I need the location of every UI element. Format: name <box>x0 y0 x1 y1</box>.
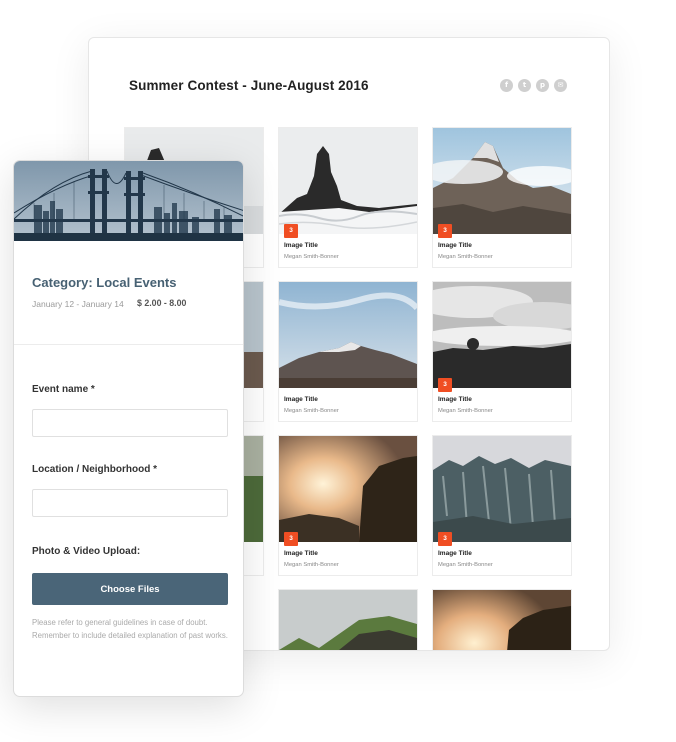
image-title: Image Title <box>438 396 472 403</box>
image-title: Image Title <box>438 242 472 249</box>
image-author: Megan Smith-Bonner <box>438 408 493 414</box>
divider <box>14 344 243 345</box>
event-name-label: Event name * <box>32 384 95 395</box>
image-author: Megan Smith-Bonner <box>284 254 339 260</box>
gallery-card[interactable]: 3 Image Title Megan Smith-Bonner <box>278 435 418 576</box>
gallery-card[interactable]: 3 Image Title Megan Smith-Bonner <box>432 281 572 422</box>
image-title: Image Title <box>438 550 472 557</box>
vote-count-badge: 3 <box>438 378 452 392</box>
bridge-banner-image <box>14 161 243 241</box>
image-title: Image Title <box>284 242 318 249</box>
photo-sunset-cliff <box>279 436 417 542</box>
gallery-card[interactable] <box>278 589 418 650</box>
image-title: Image Title <box>284 550 318 557</box>
gallery-card[interactable]: Image Title Megan Smith-Bonner <box>278 281 418 422</box>
gallery-card[interactable] <box>432 589 572 650</box>
price-range: $ 2.00 - 8.00 <box>137 298 187 308</box>
twitter-icon[interactable]: t <box>518 79 531 92</box>
choose-files-button[interactable]: Choose Files <box>32 573 228 605</box>
social-share-bar: f t p ✉ <box>500 79 567 92</box>
event-date-range: January 12 - January 14 <box>32 299 124 309</box>
photo-snowy-peak <box>279 128 417 234</box>
upload-help-text: Please refer to general guidelines in ca… <box>32 618 228 640</box>
location-input[interactable] <box>32 489 228 517</box>
upload-label: Photo & Video Upload: <box>32 546 141 557</box>
location-label: Location / Neighborhood * <box>32 464 157 475</box>
event-name-input[interactable] <box>32 409 228 437</box>
gallery-card[interactable]: 3 Image Title Megan Smith-Bonner <box>432 127 572 268</box>
photo-rocky-ridges <box>433 436 571 542</box>
gallery-card[interactable]: 3 Image Title Megan Smith-Bonner <box>432 435 572 576</box>
image-author: Megan Smith-Bonner <box>438 254 493 260</box>
photo-green-cliffs <box>279 590 417 650</box>
image-author: Megan Smith-Bonner <box>438 562 493 568</box>
image-author: Megan Smith-Bonner <box>284 562 339 568</box>
image-title: Image Title <box>284 396 318 403</box>
facebook-icon[interactable]: f <box>500 79 513 92</box>
gallery-title: Summer Contest - June-August 2016 <box>129 78 369 93</box>
photo-sunset-cliff <box>433 590 571 650</box>
category-title: Category: Local Events <box>32 275 177 290</box>
event-submission-form: Category: Local Events January 12 - Janu… <box>13 160 244 697</box>
vote-count-badge: 3 <box>438 224 452 238</box>
photo-foggy-forest <box>433 282 571 388</box>
image-author: Megan Smith-Bonner <box>284 408 339 414</box>
vote-count-badge: 3 <box>284 224 298 238</box>
photo-mountain-range <box>279 282 417 388</box>
photo-misty-mountain <box>433 128 571 234</box>
pinterest-icon[interactable]: p <box>536 79 549 92</box>
mail-icon[interactable]: ✉ <box>554 79 567 92</box>
vote-count-badge: 3 <box>284 532 298 546</box>
vote-count-badge: 3 <box>438 532 452 546</box>
gallery-card[interactable]: 3 Image Title Megan Smith-Bonner <box>278 127 418 268</box>
